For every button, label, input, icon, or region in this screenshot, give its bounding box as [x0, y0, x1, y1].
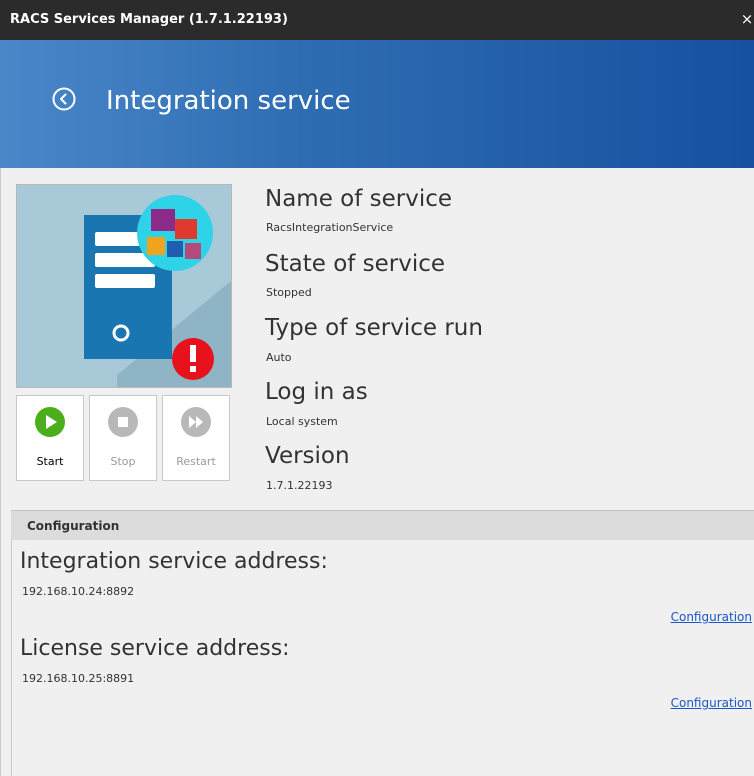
close-icon[interactable]: ×: [740, 11, 754, 27]
state-of-service-value: Stopped: [266, 286, 312, 299]
title-bar: RACS Services Manager (1.7.1.22193) ×: [0, 0, 754, 40]
server-puzzle-icon: [17, 185, 231, 387]
log-in-as-value: Local system: [266, 415, 338, 428]
name-of-service-label: Name of service: [265, 186, 453, 212]
stop-button[interactable]: Stop: [89, 395, 157, 481]
fast-forward-icon: [181, 407, 211, 437]
stop-label: Stop: [110, 455, 136, 468]
service-illustration: [16, 184, 232, 388]
name-of-service-value: RacsIntegrationService: [266, 221, 394, 234]
start-button[interactable]: Start: [16, 395, 84, 481]
license-configuration-link[interactable]: Configuration: [671, 696, 752, 710]
type-of-service-run-label: Type of service run: [265, 315, 483, 341]
play-icon: [35, 407, 65, 437]
integration-service-address-label: Integration service address:: [20, 549, 328, 574]
start-label: Start: [36, 455, 64, 468]
version-value: 1.7.1.22193: [266, 479, 333, 492]
configuration-header: Configuration: [11, 510, 754, 541]
license-service-address-value: 192.168.10.25:8891: [22, 672, 135, 685]
license-service-address-label: License service address:: [20, 636, 290, 661]
page-title: Integration service: [106, 86, 351, 116]
back-arrow-icon[interactable]: [52, 87, 76, 111]
restart-label: Restart: [176, 455, 216, 468]
integration-service-address-value: 192.168.10.24:8892: [22, 585, 135, 598]
configuration-panel: Integration service address: 192.168.10.…: [11, 540, 754, 776]
service-details: Start Stop Restart Name of service RacsI…: [0, 168, 754, 776]
type-of-service-run-value: Auto: [266, 351, 292, 364]
configuration-header-label: Configuration: [27, 519, 120, 533]
log-in-as-label: Log in as: [265, 379, 368, 405]
window-title: RACS Services Manager (1.7.1.22193): [10, 12, 288, 27]
restart-button[interactable]: Restart: [162, 395, 230, 481]
integration-configuration-link[interactable]: Configuration: [671, 610, 752, 624]
stop-icon: [108, 407, 138, 437]
state-of-service-label: State of service: [265, 251, 446, 277]
page-header: Integration service: [0, 40, 754, 168]
version-label: Version: [265, 443, 350, 469]
